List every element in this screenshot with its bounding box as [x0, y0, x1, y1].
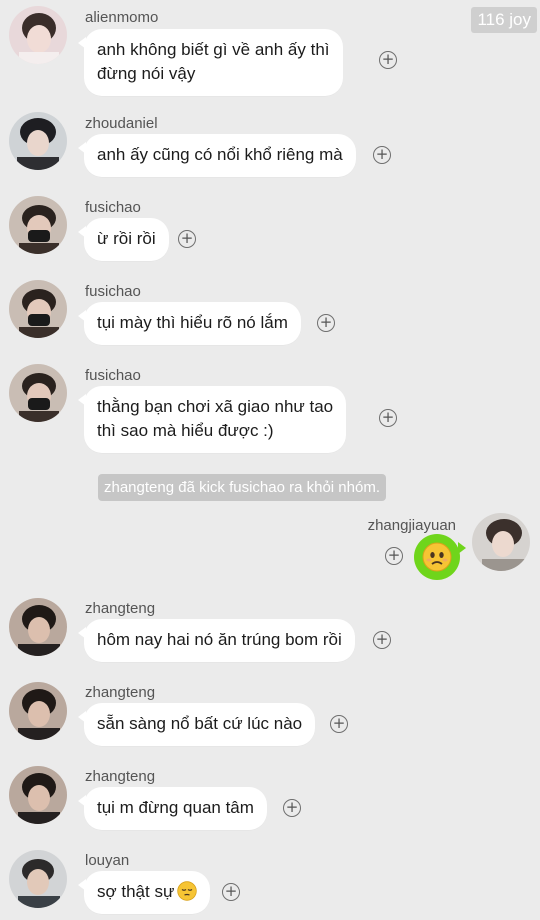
- message-bubble[interactable]: thằng bạn chơi xã giao như tao thì sao m…: [77, 386, 347, 453]
- username: zhangjiayuan: [367, 517, 456, 534]
- avatar[interactable]: [9, 364, 67, 422]
- add-reaction-icon[interactable]: +: [373, 631, 391, 649]
- avatar[interactable]: [9, 682, 67, 740]
- message-bubble[interactable]: tụi mày thì hiểu rõ nó lắm: [78, 302, 301, 345]
- message-bubble[interactable]: anh không biết gì về anh ấy thì đừng nói…: [78, 29, 343, 96]
- avatar[interactable]: [472, 513, 530, 571]
- avatar[interactable]: [9, 598, 67, 656]
- message-bubble[interactable]: sẵn sàng nổ bất cứ lúc nào: [77, 703, 316, 746]
- message-text: sẵn sàng nổ bất cứ lúc nào: [97, 714, 303, 733]
- watermark-badge: 116 joy: [471, 7, 537, 33]
- message-text: tụi mày thì hiểu rõ nó lắm: [97, 313, 288, 332]
- username: fusichao: [85, 367, 141, 384]
- add-reaction-icon[interactable]: +: [178, 230, 196, 248]
- message-bubble[interactable]: sợ thật sự: [77, 871, 211, 914]
- avatar[interactable]: [9, 112, 67, 170]
- add-reaction-icon[interactable]: +: [330, 715, 348, 733]
- system-notice: zhangteng đã kick fusichao ra khỏi nhóm.: [98, 474, 386, 501]
- avatar[interactable]: [9, 766, 67, 824]
- add-reaction-icon[interactable]: +: [283, 799, 301, 817]
- avatar[interactable]: [9, 196, 67, 254]
- message-text: thằng bạn chơi xã giao như tao: [97, 397, 334, 416]
- username: zhoudaniel: [85, 115, 158, 132]
- message-text: anh không biết gì về anh ấy thì: [97, 40, 330, 59]
- username: fusichao: [85, 199, 141, 216]
- message-text: ừ rồi rồi: [97, 229, 156, 248]
- message-bubble[interactable]: ừ rồi rồi: [78, 218, 169, 261]
- avatar[interactable]: [9, 280, 67, 338]
- add-reaction-icon[interactable]: +: [222, 883, 240, 901]
- avatar[interactable]: [9, 6, 67, 64]
- username: fusichao: [85, 283, 141, 300]
- message-text: thì sao mà hiểu được :): [97, 421, 274, 440]
- message-text: tụi m đừng quan tâm: [97, 798, 254, 817]
- add-reaction-icon[interactable]: +: [317, 314, 335, 332]
- add-reaction-icon[interactable]: +: [379, 409, 397, 427]
- pensive-face-icon: [177, 881, 198, 901]
- message-text: sợ thật sự: [97, 882, 175, 901]
- username: zhangteng: [85, 600, 156, 617]
- add-reaction-icon[interactable]: +: [379, 51, 397, 69]
- username: louyan: [85, 852, 130, 869]
- message-text: đừng nói vậy: [97, 64, 196, 83]
- message-text: hôm nay hai nó ăn trúng bom rồi: [97, 630, 342, 649]
- message-bubble[interactable]: anh ấy cũng có nổi khổ riêng mà: [78, 134, 356, 177]
- message-bubble[interactable]: tụi m đừng quan tâm: [78, 787, 267, 830]
- message-bubble-self[interactable]: [414, 534, 466, 580]
- add-reaction-icon[interactable]: +: [385, 547, 403, 565]
- username: zhangteng: [85, 768, 156, 785]
- message-text: anh ấy cũng có nổi khổ riêng mà: [97, 145, 343, 164]
- message-bubble[interactable]: hôm nay hai nó ăn trúng bom rồi: [78, 619, 355, 662]
- username: zhangteng: [85, 684, 156, 701]
- username: alienmomo: [85, 9, 159, 26]
- add-reaction-icon[interactable]: +: [373, 146, 391, 164]
- worried-face-icon: [422, 542, 452, 572]
- avatar[interactable]: [9, 850, 67, 908]
